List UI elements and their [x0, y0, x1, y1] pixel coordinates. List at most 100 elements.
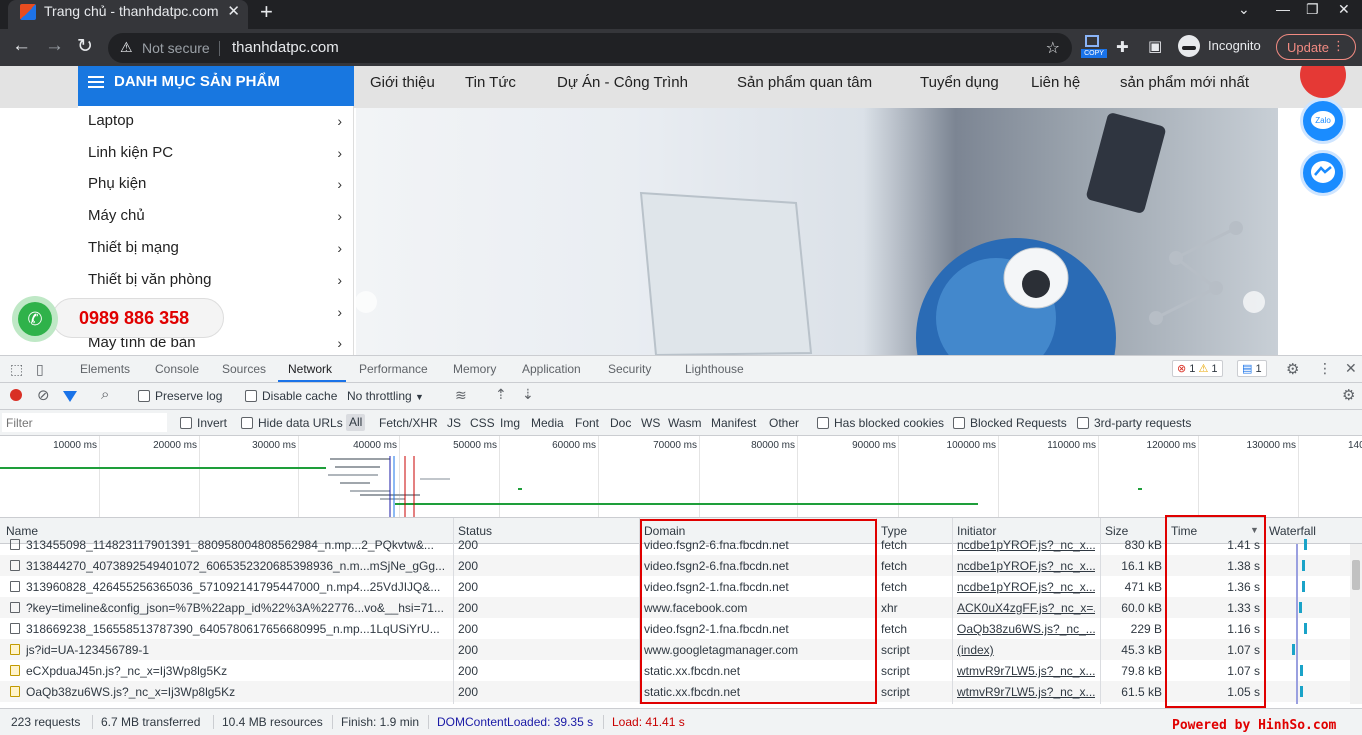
- category-item-may-chu[interactable]: Máy chủ ›: [88, 207, 344, 231]
- address-bar[interactable]: ⚠ Not secure thanhdatpc.com ☆: [108, 33, 1072, 63]
- issues-badge[interactable]: ⊗ 1 ⚠ 1: [1172, 360, 1223, 377]
- filter-type-media[interactable]: Media: [531, 416, 564, 430]
- table-row[interactable]: 313960828_426455256365036_57109214179544…: [0, 576, 1350, 597]
- tab-console[interactable]: Console: [155, 362, 199, 376]
- filter-funnel-icon[interactable]: [63, 391, 77, 402]
- tab-search-icon[interactable]: ⌄: [1238, 1, 1250, 18]
- nav-du-an[interactable]: Dự Án - Công Trình: [557, 74, 688, 91]
- filter-type-manifest[interactable]: Manifest: [711, 416, 756, 430]
- restore-icon[interactable]: ❐: [1306, 1, 1319, 18]
- filter-type-img[interactable]: Img: [500, 416, 520, 430]
- warning-triangle-icon[interactable]: ⚠: [120, 39, 133, 56]
- table-row[interactable]: 313844270_4073892549401072_6065352320685…: [0, 555, 1350, 576]
- tab-security[interactable]: Security: [608, 362, 651, 376]
- reload-icon[interactable]: ↻: [77, 35, 93, 58]
- cell-initiator[interactable]: (index): [957, 643, 1095, 657]
- blocked-requests-checkbox[interactable]: Blocked Requests: [953, 416, 1067, 430]
- hotline-number[interactable]: 0989 886 358: [79, 308, 189, 329]
- preserve-log-checkbox[interactable]: Preserve log: [138, 389, 222, 403]
- nav-san-pham-quan-tam[interactable]: Sản phẩm quan tâm: [737, 74, 872, 91]
- category-item-linh-kien-pc[interactable]: Linh kiện PC ›: [88, 144, 344, 168]
- incognito-indicator[interactable]: Incognito: [1176, 33, 1268, 61]
- nav-lien-he[interactable]: Liên hệ: [1031, 74, 1080, 91]
- filter-type-all[interactable]: All: [346, 414, 366, 431]
- category-item-thiet-bi-van-phong[interactable]: Thiết bị văn phòng ›: [88, 271, 344, 295]
- copy-extension-icon[interactable]: COPY: [1081, 33, 1107, 59]
- cell-initiator[interactable]: ncdbe1pYROF.js?_nc_x...: [957, 538, 1095, 552]
- table-row[interactable]: ?key=timeline&config_json=%7B%22app_id%2…: [0, 597, 1350, 618]
- bookmark-star-icon[interactable]: ☆: [1046, 38, 1060, 58]
- import-har-icon[interactable]: ⇡: [495, 386, 507, 403]
- hide-data-urls-checkbox[interactable]: Hide data URLs: [241, 416, 343, 430]
- messages-badge[interactable]: ▤ 1: [1237, 360, 1267, 377]
- nav-san-pham-moi-nhat[interactable]: sản phẩm mới nhất: [1120, 74, 1249, 91]
- nav-tin-tuc[interactable]: Tin Tức: [465, 74, 516, 91]
- table-row[interactable]: OaQb38zu6WS.js?_nc_x=Ij3Wp8lg5Kz 200 stati…: [0, 681, 1350, 702]
- throttling-select[interactable]: No throttling ▼: [347, 389, 424, 403]
- export-har-icon[interactable]: ⇣: [522, 386, 534, 403]
- table-row[interactable]: 313455098_114823117901391_88095800480856…: [0, 534, 1350, 555]
- cell-initiator[interactable]: OaQb38zu6WS.js?_nc_...: [957, 622, 1095, 636]
- new-tab-icon[interactable]: +: [260, 0, 273, 25]
- hotline-widget[interactable]: ✆ 0989 886 358: [12, 296, 226, 342]
- filter-type-other[interactable]: Other: [769, 416, 799, 430]
- category-item-thiet-bi-mang[interactable]: Thiết bị mạng ›: [88, 239, 344, 263]
- cell-initiator[interactable]: ncdbe1pYROF.js?_nc_x...: [957, 580, 1095, 594]
- extensions-puzzle-icon[interactable]: ✚: [1116, 38, 1129, 56]
- device-toolbar-icon[interactable]: ▯: [36, 361, 44, 378]
- filter-type-js[interactable]: JS: [447, 416, 461, 430]
- category-item-phu-kien[interactable]: Phụ kiện ›: [88, 175, 344, 199]
- filter-type-font[interactable]: Font: [575, 416, 599, 430]
- more-options-icon[interactable]: ⋮: [1318, 360, 1332, 377]
- minimize-icon[interactable]: —: [1276, 1, 1290, 17]
- cell-initiator[interactable]: ACK0uX4zgFF.js?_nc_x=...: [957, 601, 1095, 615]
- tab-performance[interactable]: Performance: [359, 362, 428, 376]
- url-text[interactable]: thanhdatpc.com: [232, 39, 339, 56]
- invert-checkbox[interactable]: Invert: [180, 416, 227, 430]
- side-panel-icon[interactable]: ▣: [1148, 37, 1162, 55]
- filter-input[interactable]: [2, 413, 167, 432]
- network-overview-timeline[interactable]: 10000 ms 20000 ms 30000 ms 40000 ms 50000 ms…: [0, 436, 1362, 518]
- cell-initiator[interactable]: wtmvR9r7LW5.js?_nc_x...: [957, 685, 1095, 699]
- tab-elements[interactable]: Elements: [80, 362, 130, 376]
- network-conditions-icon[interactable]: ≋: [455, 387, 467, 404]
- nav-tuyen-dung[interactable]: Tuyển dụng: [920, 74, 999, 91]
- filter-type-fetch-xhr[interactable]: Fetch/XHR: [379, 416, 438, 430]
- vertical-scrollbar[interactable]: [1350, 544, 1362, 704]
- hero-banner[interactable]: [356, 108, 1278, 355]
- update-button[interactable]: Update ⋮: [1276, 34, 1356, 60]
- tab-sources[interactable]: Sources: [222, 362, 266, 376]
- tab-application[interactable]: Application: [522, 362, 581, 376]
- third-party-checkbox[interactable]: 3rd-party requests: [1077, 416, 1191, 430]
- close-tab-icon[interactable]: ✕: [227, 2, 240, 20]
- table-row[interactable]: js?id=UA-123456789-1 200 www.googletagmana…: [0, 639, 1350, 660]
- cell-initiator[interactable]: ncdbe1pYROF.js?_nc_x...: [957, 559, 1095, 573]
- not-secure-label[interactable]: Not secure: [142, 40, 210, 56]
- tab-network[interactable]: Network: [288, 362, 332, 376]
- nav-gioi-thieu[interactable]: Giới thiệu: [370, 74, 435, 91]
- filter-type-doc[interactable]: Doc: [610, 416, 631, 430]
- has-blocked-cookies-checkbox[interactable]: Has blocked cookies: [817, 416, 944, 430]
- search-icon[interactable]: ⌕: [101, 386, 109, 403]
- messenger-icon[interactable]: [1300, 150, 1346, 196]
- phone-call-icon[interactable]: [1300, 66, 1346, 98]
- network-settings-gear-icon[interactable]: ⚙: [1342, 386, 1355, 404]
- inspect-element-icon[interactable]: ⬚: [10, 361, 23, 378]
- close-devtools-icon[interactable]: ✕: [1345, 360, 1357, 377]
- forward-arrow-icon[interactable]: →: [45, 35, 64, 57]
- disable-cache-checkbox[interactable]: Disable cache: [245, 389, 337, 403]
- clear-icon[interactable]: ⊘: [37, 386, 50, 404]
- cell-initiator[interactable]: wtmvR9r7LW5.js?_nc_x...: [957, 664, 1095, 678]
- zalo-icon[interactable]: Zalo: [1300, 98, 1346, 144]
- browser-tab[interactable]: Trang chủ - thanhdatpc.com ✕: [8, 0, 248, 29]
- table-row[interactable]: 318669238_156558513787390_64057806176566…: [0, 618, 1350, 639]
- back-arrow-icon[interactable]: ←: [12, 35, 31, 57]
- filter-type-ws[interactable]: WS: [641, 416, 660, 430]
- settings-gear-icon[interactable]: ⚙: [1286, 360, 1299, 378]
- category-item-laptop[interactable]: Laptop ›: [88, 112, 344, 136]
- tab-memory[interactable]: Memory: [453, 362, 496, 376]
- record-icon[interactable]: [10, 389, 22, 401]
- table-row[interactable]: eCXpduaJ45n.js?_nc_x=Ij3Wp8lg5Kz 200 stati…: [0, 660, 1350, 681]
- category-menu-button[interactable]: DANH MỤC SẢN PHẨM: [78, 66, 354, 106]
- tab-lighthouse[interactable]: Lighthouse: [685, 362, 744, 376]
